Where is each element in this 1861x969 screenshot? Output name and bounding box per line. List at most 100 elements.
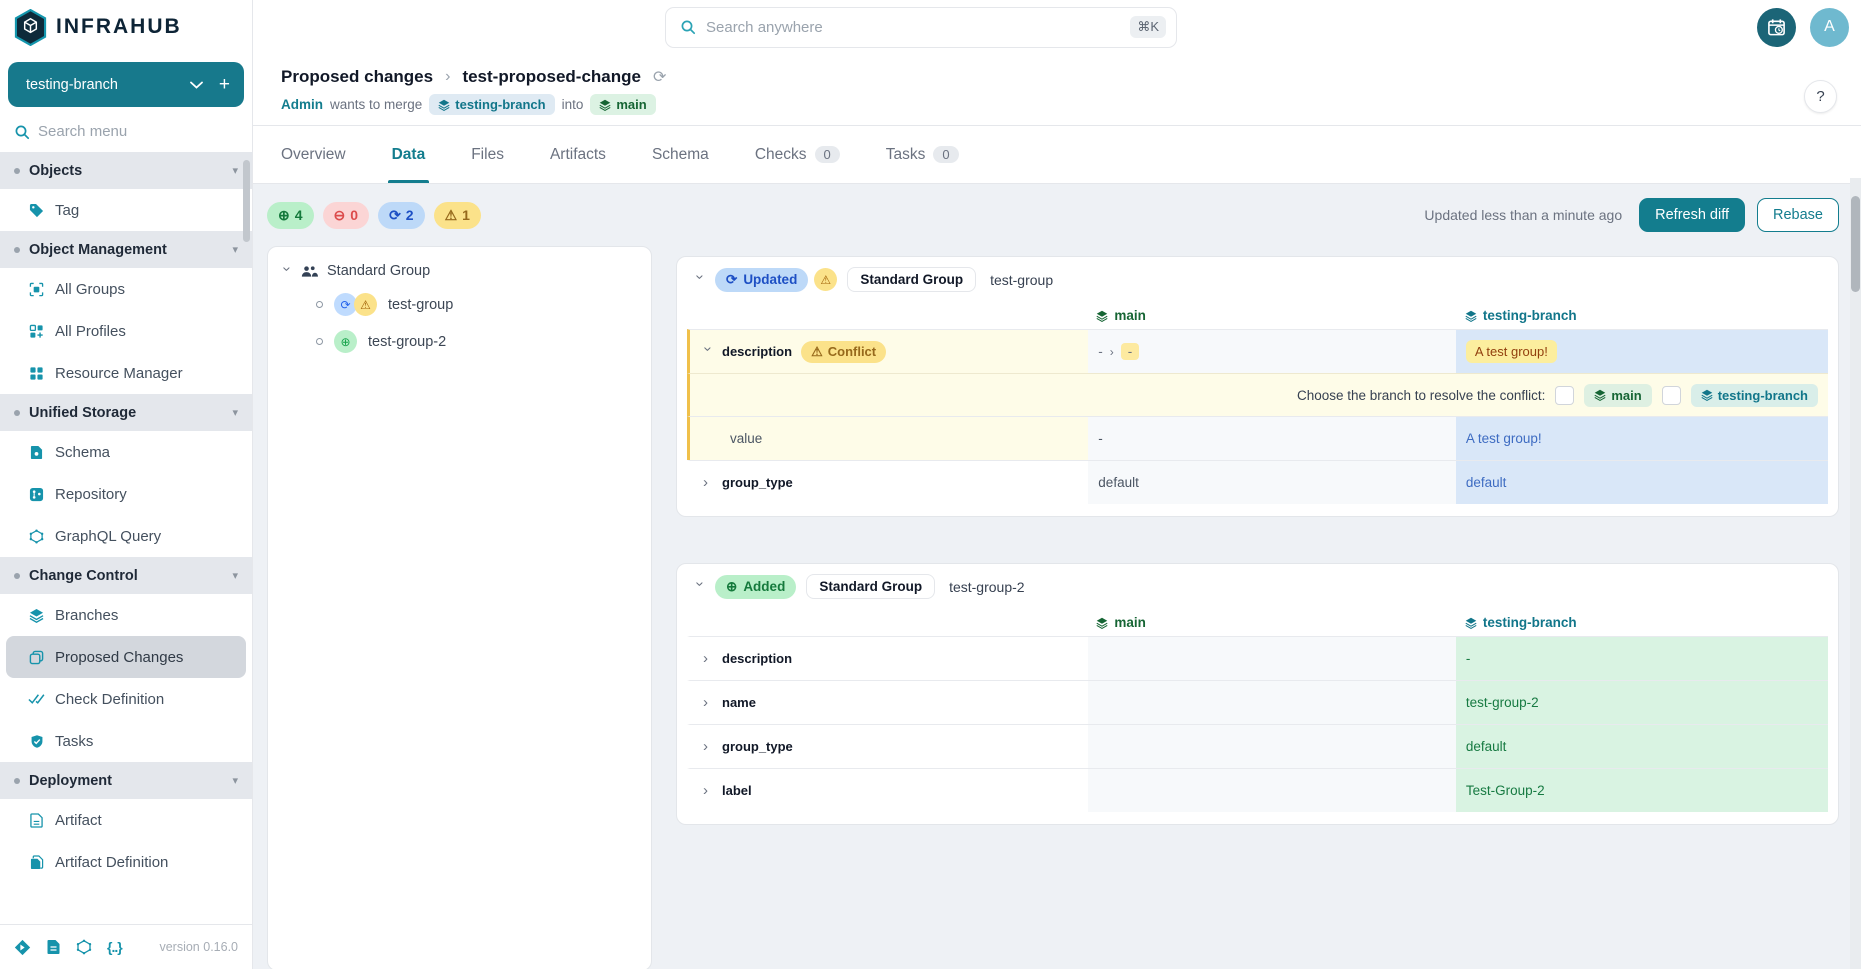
refresh-icon[interactable]: ⟳: [653, 67, 666, 87]
schema-document-icon: [28, 445, 45, 460]
tab-overview[interactable]: Overview: [281, 126, 346, 183]
column-headers: main testing-branch: [687, 609, 1828, 636]
main-branch-option-badge[interactable]: main: [1584, 384, 1651, 407]
chevron-down-icon[interactable]: ›: [701, 347, 716, 357]
time-travel-button[interactable]: [1757, 8, 1796, 47]
groups-icon: [28, 282, 45, 297]
chevron-down-icon[interactable]: ›: [693, 275, 708, 285]
main-value-cell: -: [1088, 417, 1456, 460]
sidebar-item-graphql-query[interactable]: GraphQL Query: [0, 515, 252, 557]
sidebar-item-all-groups[interactable]: All Groups: [0, 268, 252, 310]
graphql-sandbox-icon[interactable]: [76, 939, 92, 955]
tab-files[interactable]: Files: [471, 126, 504, 183]
sidebar-item-proposed-changes[interactable]: Proposed Changes: [6, 636, 246, 678]
sidebar-item-tasks[interactable]: Tasks: [0, 720, 252, 762]
main-value-cell: - › -: [1088, 330, 1456, 373]
tab-checks[interactable]: Checks0: [755, 126, 840, 183]
object-kind-pill: Standard Group: [847, 267, 976, 292]
tab-data[interactable]: Data: [392, 126, 426, 183]
sidebar-item-check-definition[interactable]: Check Definition: [0, 678, 252, 720]
tree-node-standard-group[interactable]: › Standard Group: [282, 263, 637, 279]
diff-card-test-group: › ⟳Updated ⚠ Standard Group test-group m…: [676, 256, 1839, 517]
sidebar-section-deployment[interactable]: Deployment ▾: [0, 762, 252, 799]
breadcrumb-separator-icon: ›: [445, 68, 450, 86]
git-repository-icon: [28, 487, 45, 502]
rebase-button[interactable]: Rebase: [1757, 198, 1839, 232]
sidebar-section-object-management[interactable]: Object Management ▾: [0, 231, 252, 268]
updated-count-badge: ⟳2: [378, 202, 425, 229]
chevron-right-icon[interactable]: ›: [703, 475, 713, 490]
card-header[interactable]: › ⟳Updated ⚠ Standard Group test-group: [687, 257, 1828, 302]
help-button[interactable]: ?: [1804, 80, 1837, 113]
chevron-down-icon: ▾: [232, 243, 238, 256]
main-scrollbar-track[interactable]: [1850, 178, 1861, 969]
global-search-input[interactable]: [706, 19, 1120, 36]
artifact-document-icon: [28, 813, 45, 828]
main-branch-checkbox[interactable]: [1555, 386, 1574, 405]
sidebar-item-artifact-definition[interactable]: Artifact Definition: [0, 841, 252, 883]
sidebar-item-artifact[interactable]: Artifact: [0, 799, 252, 841]
chevron-right-icon[interactable]: ›: [703, 783, 713, 798]
branch-column-header: testing-branch: [1455, 609, 1828, 636]
breadcrumb: Proposed changes › test-proposed-change …: [281, 67, 1837, 87]
sidebar-section-change-control[interactable]: Change Control ▾: [0, 557, 252, 594]
bullet-icon: [14, 573, 20, 579]
sidebar-item-tag[interactable]: Tag: [0, 189, 252, 231]
row-name: › name test-group-2: [687, 680, 1828, 724]
chevron-down-icon: ▾: [232, 164, 238, 177]
chevron-right-icon[interactable]: ›: [703, 695, 713, 710]
menu-search-input[interactable]: [38, 123, 208, 140]
plus-circle-icon: ⊕: [726, 579, 737, 595]
row-description-value: value - A test group!: [687, 416, 1828, 460]
tree-node-test-group-2[interactable]: ⊕ test-group-2: [282, 330, 637, 353]
tab-artifacts[interactable]: Artifacts: [550, 126, 606, 183]
main-value-cell: [1088, 769, 1456, 812]
main-column-header: main: [1086, 302, 1455, 329]
card-header[interactable]: › ⊕Added Standard Group test-group-2: [687, 564, 1828, 609]
sidebar-section-unified-storage[interactable]: Unified Storage ▾: [0, 394, 252, 431]
branch-value-cell: default: [1456, 725, 1828, 768]
refresh-diff-button[interactable]: Refresh diff: [1639, 198, 1745, 232]
graphql-icon: [28, 529, 45, 544]
tab-tasks[interactable]: Tasks0: [886, 126, 959, 183]
user-avatar[interactable]: A: [1810, 8, 1849, 47]
warning-icon: ⚠: [445, 207, 458, 224]
branch-value-cell: default: [1456, 461, 1828, 504]
sidebar-section-objects[interactable]: Objects ▾: [0, 152, 252, 189]
main-value-cell: default: [1088, 461, 1456, 504]
tab-schema[interactable]: Schema: [652, 126, 709, 183]
main-value-cell: [1088, 637, 1456, 680]
sidebar-scrollbar[interactable]: [243, 160, 250, 242]
tag-icon: [28, 203, 45, 218]
chevron-down-icon[interactable]: ›: [693, 582, 708, 592]
conflict-value-tag: A test group!: [1466, 340, 1557, 363]
add-branch-icon[interactable]: +: [219, 74, 230, 96]
chevron-right-icon[interactable]: ›: [703, 651, 713, 666]
added-chip-icon: ⊕: [334, 330, 357, 353]
testing-branch-option-badge[interactable]: testing-branch: [1691, 384, 1818, 407]
testing-branch-checkbox[interactable]: [1662, 386, 1681, 405]
row-description: › description ⚠Conflict - › - A test gro…: [687, 329, 1828, 373]
main-value-cell: [1088, 681, 1456, 724]
tree-bullet-icon: [316, 301, 323, 308]
search-icon: [680, 19, 696, 35]
community-icon[interactable]: [14, 939, 31, 956]
sidebar-item-resource-manager[interactable]: Resource Manager: [0, 352, 252, 394]
tree-node-test-group[interactable]: ⟳ ⚠ test-group: [282, 293, 637, 316]
logo[interactable]: INFRAHUB: [0, 0, 252, 54]
docs-icon[interactable]: [46, 939, 61, 955]
swagger-braces-icon[interactable]: {..}: [107, 939, 122, 955]
chevron-down-icon[interactable]: ›: [280, 266, 295, 276]
sidebar-item-all-profiles[interactable]: All Profiles: [0, 310, 252, 352]
chevron-right-icon[interactable]: ›: [703, 739, 713, 754]
breadcrumb-root[interactable]: Proposed changes: [281, 67, 433, 87]
branch-selector[interactable]: testing-branch +: [8, 62, 244, 107]
sidebar-item-schema[interactable]: Schema: [0, 431, 252, 473]
arrow-right-icon: ›: [1110, 345, 1114, 359]
sidebar-item-branches[interactable]: Branches: [0, 594, 252, 636]
calendar-clock-icon: [1767, 18, 1786, 37]
chevron-down-icon: ▾: [232, 774, 238, 787]
sidebar-item-repository[interactable]: Repository: [0, 473, 252, 515]
main-scrollbar-thumb[interactable]: [1851, 196, 1860, 292]
merge-description: Admin wants to merge testing-branch into…: [281, 94, 1837, 115]
